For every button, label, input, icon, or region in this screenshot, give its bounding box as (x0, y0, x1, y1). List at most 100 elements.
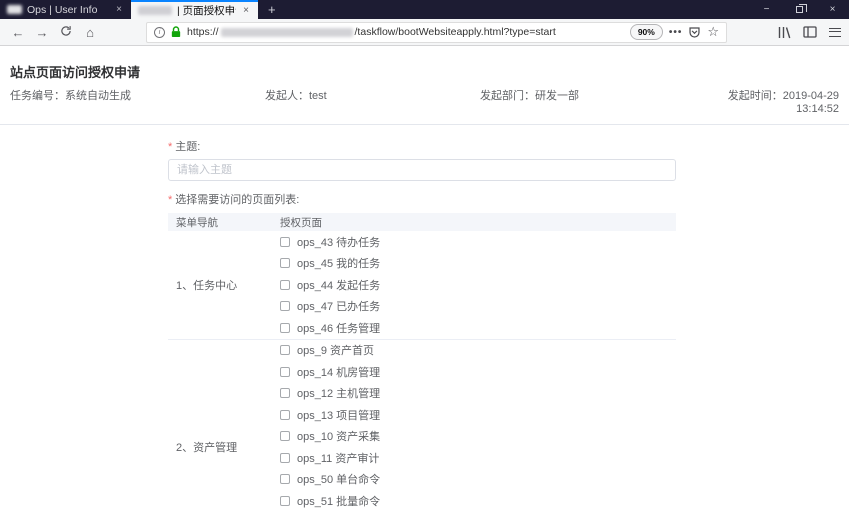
pages-table-header: 菜单导航 授权页面 (168, 213, 676, 231)
meta-label: 发起人： (265, 90, 309, 102)
page-checkbox[interactable] (280, 322, 290, 333)
url-domain-redacted (220, 27, 353, 37)
page-option-label: ops_50 单台命令 (297, 474, 381, 487)
meta-value: 2019-04-29 13:14:52 (782, 90, 839, 115)
page-option-row[interactable]: ops_50 单台命令 (280, 469, 676, 491)
page-option-label: ops_51 批量命令 (297, 495, 381, 508)
window-close-button[interactable]: × (816, 0, 849, 19)
page-checkbox[interactable] (280, 409, 290, 420)
url-path: /taskflow/bootWebsiteapply.html?type=sta… (354, 26, 556, 38)
url-text: https:// /taskflow/bootWebsiteapply.html… (187, 26, 556, 38)
page-option-row[interactable]: ops_43 待办任务 (280, 231, 676, 253)
meta-label: 任务编号： (10, 90, 65, 102)
window-restore-button[interactable] (783, 0, 816, 19)
table-group: 2、资产管理 ops_9 资产首页 ops_14 机房管理 ops_12 主机管理 op… (168, 340, 676, 510)
page-title: 站点页面访问授权申请 (10, 65, 141, 80)
subject-field-label: * 主题: (168, 141, 201, 153)
tab-title: Ops | User Info (27, 3, 98, 16)
tab-page-auth-apply[interactable]: | 页面授权申请 × (131, 0, 258, 19)
meta-item: 任务编号：系统自动生成 (10, 87, 265, 115)
tab-title: | 页面授权申请 (177, 5, 236, 17)
page-option-label: ops_13 项目管理 (297, 409, 381, 422)
page-checkbox[interactable] (280, 495, 290, 506)
page-option-row[interactable]: ops_45 我的任务 (280, 253, 676, 275)
page-option-row[interactable]: ops_12 主机管理 (280, 383, 676, 405)
page-checkbox[interactable] (280, 236, 290, 247)
window-minimize-button[interactable]: − (750, 0, 783, 19)
favicon-redacted (7, 5, 22, 14)
browser-toolbar: ← → ⌂ i https:// /taskflow/bootWebsiteap… (0, 19, 849, 46)
page-actions-icon[interactable]: ••• (669, 27, 683, 38)
meta-value: test (309, 90, 327, 102)
page-option-label: ops_44 发起任务 (297, 279, 381, 292)
page-option-row[interactable]: ops_11 资产审计 (280, 447, 676, 469)
page-checkbox[interactable] (280, 279, 290, 290)
back-icon[interactable]: ← (6, 26, 30, 39)
page-option-row[interactable]: ops_47 已办任务 (280, 296, 676, 318)
group-name: 2、资产管理 (176, 442, 238, 454)
page-option-label: ops_11 资产审计 (297, 452, 380, 465)
reload-icon[interactable] (54, 25, 78, 39)
page-option-row[interactable]: ops_13 项目管理 (280, 404, 676, 426)
browser-titlebar: Ops | User Info × | 页面授权申请 × + − × (0, 0, 849, 19)
window-controls: − × (750, 0, 849, 19)
page-option-row[interactable]: ops_14 机房管理 (280, 361, 676, 383)
pocket-icon[interactable] (688, 26, 701, 39)
page-content: 站点页面访问授权申请 任务编号：系统自动生成 发起人：test 发起部门：研发一部发… (0, 62, 849, 510)
lock-icon (171, 26, 181, 37)
page-option-label: ops_47 已办任务 (297, 301, 381, 314)
page-option-row[interactable]: ops_44 发起任务 (280, 274, 676, 296)
page-option-label: ops_46 任务管理 (297, 322, 381, 335)
subject-input[interactable] (168, 159, 676, 181)
zoom-level-badge[interactable]: 90% (629, 24, 663, 40)
page-checkbox[interactable] (280, 452, 290, 463)
page-option-label: ops_45 我的任务 (297, 258, 381, 271)
page-checkbox[interactable] (280, 431, 290, 442)
page-checkbox[interactable] (280, 258, 290, 269)
forward-icon[interactable]: → (30, 26, 54, 39)
home-icon[interactable]: ⌂ (78, 26, 102, 39)
page-checkbox[interactable] (280, 474, 290, 485)
table-group: 1、任务中心 ops_43 待办任务 ops_45 我的任务 ops_44 发起任务 o… (168, 231, 676, 340)
toolbar-right-icons (777, 26, 841, 39)
column-header-auth-pages: 授权页面 (280, 216, 322, 229)
page-option-row[interactable]: ops_9 资产首页 (280, 340, 676, 362)
page-option-row[interactable]: ops_10 资产采集 (280, 426, 676, 448)
tab-close-icon[interactable]: × (241, 5, 251, 16)
favicon-redacted (138, 6, 172, 15)
group-pages: ops_43 待办任务 ops_45 我的任务 ops_44 发起任务 ops_47 … (280, 231, 676, 339)
page-option-label: ops_10 资产采集 (297, 431, 381, 444)
page-checkbox[interactable] (280, 388, 290, 399)
tab-user-info[interactable]: Ops | User Info × (0, 0, 131, 19)
page-checkbox[interactable] (280, 301, 290, 312)
meta-item: 发起时间：2019-04-29 13:14:52 (720, 87, 839, 115)
library-icon[interactable] (777, 26, 791, 39)
bookmark-star-icon[interactable]: ☆ (707, 24, 719, 40)
group-pages: ops_9 资产首页 ops_14 机房管理 ops_12 主机管理 ops_13 项… (280, 340, 676, 510)
menu-icon[interactable] (829, 27, 841, 37)
pages-table: 菜单导航 授权页面 1、任务中心 ops_43 待办任务 ops_45 我的任务 op… (168, 213, 676, 510)
meta-item: 发起人：test (265, 87, 480, 115)
page-meta: 任务编号：系统自动生成 发起人：test 发起部门：研发一部 发起时间：2019-04… (0, 81, 849, 125)
page-option-row[interactable]: ops_51 批量命令 (280, 490, 676, 510)
site-info-icon[interactable]: i (154, 26, 165, 38)
required-marker: * (168, 141, 173, 153)
page-option-label: ops_14 机房管理 (297, 366, 381, 379)
new-tab-button[interactable]: + (258, 0, 286, 19)
meta-label: 发起时间： (727, 90, 783, 102)
tab-close-icon[interactable]: × (114, 4, 124, 15)
url-scheme: https:// (187, 26, 219, 38)
page-checkbox[interactable] (280, 345, 290, 356)
page-option-row[interactable]: ops_46 任务管理 (280, 317, 676, 339)
pages-table-body: 1、任务中心 ops_43 待办任务 ops_45 我的任务 ops_44 发起任务 o… (168, 231, 676, 510)
url-bar[interactable]: i https:// /taskflow/bootWebsiteapply.ht… (146, 21, 727, 43)
pages-field-label: * 选择需要访问的页面列表: (168, 194, 300, 206)
required-marker: * (168, 194, 173, 206)
column-header-menu-nav: 菜单导航 (176, 216, 218, 229)
sidebar-icon[interactable] (803, 26, 817, 38)
meta-item: 发起部门：研发一部 (480, 87, 720, 115)
page-option-label: ops_12 主机管理 (297, 388, 381, 401)
page-checkbox[interactable] (280, 366, 290, 377)
meta-label: 发起部门： (480, 90, 535, 102)
restore-icon (796, 4, 807, 13)
